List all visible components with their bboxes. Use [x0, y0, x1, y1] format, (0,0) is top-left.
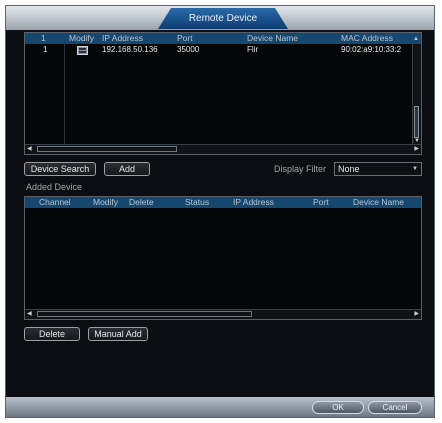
search-results-table: 1 Modify IP Address Port Device Name MAC…: [24, 32, 422, 155]
row-port: 35000: [177, 45, 200, 54]
scroll-left-icon[interactable]: ◀: [27, 145, 32, 153]
scrollbar-thumb[interactable]: [37, 146, 177, 152]
added-device-table: Channel Modify Delete Status IP Address …: [24, 196, 422, 320]
dropdown-arrow-icon: ▼: [412, 166, 418, 172]
column-header-device-name[interactable]: Device Name: [353, 197, 404, 207]
table-row[interactable]: 1 192.168.50.136 35000 Flir 90:02:a9:10:…: [25, 45, 421, 56]
column-header-mac-address[interactable]: MAC Address: [341, 33, 393, 43]
ok-button[interactable]: OK: [312, 401, 364, 414]
row-ip-address: 192.168.50.136: [102, 45, 158, 54]
column-header-channel[interactable]: Channel: [39, 197, 71, 207]
scrollbar-thumb[interactable]: [37, 311, 252, 317]
title-bar: Remote Device: [6, 6, 434, 30]
search-table-header: 1 Modify IP Address Port Device Name MAC…: [25, 33, 421, 44]
added-device-label: Added Device: [26, 182, 83, 192]
scrollbar-thumb[interactable]: [414, 106, 419, 138]
column-header-device-name[interactable]: Device Name: [247, 33, 298, 43]
row-mac-address: 90:02:a9:10:33:2: [341, 45, 402, 54]
added-device-table-header: Channel Modify Delete Status IP Address …: [25, 197, 421, 208]
bottom-bar: OK Cancel: [6, 397, 434, 417]
window-title: Remote Device: [158, 8, 288, 29]
cancel-button[interactable]: Cancel: [368, 401, 422, 414]
row-number: 1: [43, 45, 48, 54]
display-filter-label: Display Filter: [274, 164, 327, 174]
column-header-port[interactable]: Port: [177, 33, 193, 43]
scroll-right-icon[interactable]: ▶: [414, 145, 419, 153]
display-filter-select[interactable]: None ▼: [334, 162, 422, 176]
horizontal-scrollbar[interactable]: ◀ ▶: [25, 144, 421, 154]
scroll-right-icon[interactable]: ▶: [414, 310, 419, 318]
column-header-ip-address[interactable]: IP Address: [233, 197, 274, 207]
scroll-up-icon[interactable]: ▲: [413, 35, 419, 43]
add-button[interactable]: Add: [104, 162, 150, 176]
manual-add-button[interactable]: Manual Add: [88, 327, 148, 341]
vertical-scrollbar[interactable]: ▼: [412, 44, 421, 145]
column-header-modify[interactable]: Modify: [69, 33, 94, 43]
column-divider: [64, 44, 65, 154]
column-header-ip-address[interactable]: IP Address: [102, 33, 143, 43]
column-header-delete[interactable]: Delete: [129, 197, 154, 207]
column-header-number[interactable]: 1: [41, 33, 46, 43]
remote-device-window: Remote Device 1 Modify IP Address Port D…: [5, 5, 435, 418]
display-filter-value: None: [338, 164, 360, 174]
scroll-left-icon[interactable]: ◀: [27, 310, 32, 318]
delete-button[interactable]: Delete: [24, 327, 80, 341]
device-search-button[interactable]: Device Search: [24, 162, 96, 176]
column-header-status[interactable]: Status: [185, 197, 209, 207]
column-header-port[interactable]: Port: [313, 197, 329, 207]
horizontal-scrollbar[interactable]: ◀ ▶: [25, 309, 421, 319]
column-header-modify[interactable]: Modify: [93, 197, 118, 207]
modify-icon[interactable]: [77, 46, 88, 57]
row-device-name: Flir: [247, 45, 259, 54]
